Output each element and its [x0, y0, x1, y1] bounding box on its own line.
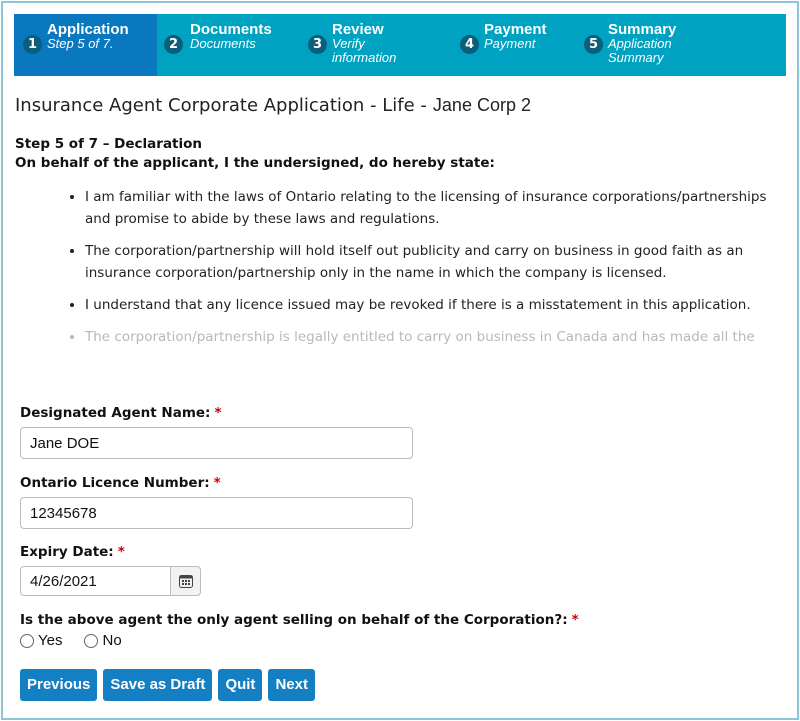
- step-subtitle: Payment: [484, 36, 536, 51]
- progress-stepper: 1 Application Step 5 of 7. 2 Documents D…: [14, 14, 786, 76]
- previous-button[interactable]: Previous: [20, 669, 98, 701]
- required-marker: *: [117, 544, 125, 560]
- step-subtitle: Application Summary: [608, 36, 672, 65]
- declaration-item: I am familiar with the laws of Ontario r…: [85, 186, 790, 230]
- radio-no-label: No: [102, 632, 122, 649]
- required-marker: *: [214, 405, 222, 421]
- declaration-intro: On behalf of the applicant, I the unders…: [15, 155, 495, 171]
- action-buttons: Previous Save as Draft Quit Next: [20, 669, 315, 701]
- step-subtitle: Documents: [190, 36, 256, 51]
- declaration-item: The corporation/partnership will hold it…: [85, 240, 790, 284]
- declaration-heading: Step 5 of 7 – Declaration On behalf of t…: [15, 135, 495, 173]
- corporation-name: Jane Corp 2: [432, 95, 531, 115]
- required-marker: *: [571, 612, 579, 628]
- application-title: Insurance Agent Corporate Application - …: [15, 95, 427, 116]
- agent-name-label: Designated Agent Name: *: [20, 405, 222, 421]
- step-payment[interactable]: 4 Payment Payment: [454, 14, 578, 76]
- step-number: 1: [23, 35, 42, 54]
- declaration-list: I am familiar with the laws of Ontario r…: [40, 186, 790, 358]
- step-subtitle: Verify information: [332, 36, 397, 65]
- step-summary[interactable]: 5 Summary Application Summary: [578, 14, 728, 76]
- calendar-icon: [178, 575, 193, 588]
- expiry-date-label: Expiry Date: *: [20, 544, 125, 560]
- step-number: 2: [164, 35, 183, 54]
- radio-yes[interactable]: Yes: [20, 632, 62, 649]
- radio-circle[interactable]: [84, 633, 99, 648]
- required-marker: *: [213, 475, 221, 491]
- only-agent-radio-group: Yes No: [20, 632, 122, 649]
- step-application[interactable]: 1 Application Step 5 of 7.: [14, 14, 157, 76]
- step-review[interactable]: 3 Review Verify information: [301, 14, 454, 76]
- step-number: 4: [460, 35, 479, 54]
- step-heading: Step 5 of 7 – Declaration: [15, 136, 203, 152]
- step-subtitle: Step 5 of 7.: [47, 36, 114, 51]
- page-title: Insurance Agent Corporate Application - …: [15, 95, 531, 116]
- step-number: 5: [584, 35, 603, 54]
- step-number: 3: [308, 35, 327, 54]
- radio-no[interactable]: No: [84, 632, 122, 649]
- step-documents[interactable]: 2 Documents Documents: [157, 14, 301, 76]
- expiry-date-input[interactable]: [20, 566, 171, 596]
- calendar-button[interactable]: [170, 566, 201, 596]
- radio-yes-label: Yes: [38, 632, 63, 649]
- next-button[interactable]: Next: [268, 669, 315, 701]
- licence-number-input[interactable]: [20, 497, 413, 529]
- agent-name-input[interactable]: [20, 427, 413, 459]
- radio-circle[interactable]: [20, 633, 34, 648]
- save-draft-button[interactable]: Save as Draft: [103, 669, 213, 701]
- declaration-item: I understand that any licence issued may…: [85, 294, 790, 316]
- declaration-item: The corporation/partnership is legally e…: [85, 326, 790, 348]
- quit-button[interactable]: Quit: [218, 669, 263, 701]
- only-agent-question: Is the above agent the only agent sellin…: [20, 612, 579, 628]
- licence-number-label: Ontario Licence Number: *: [20, 475, 221, 491]
